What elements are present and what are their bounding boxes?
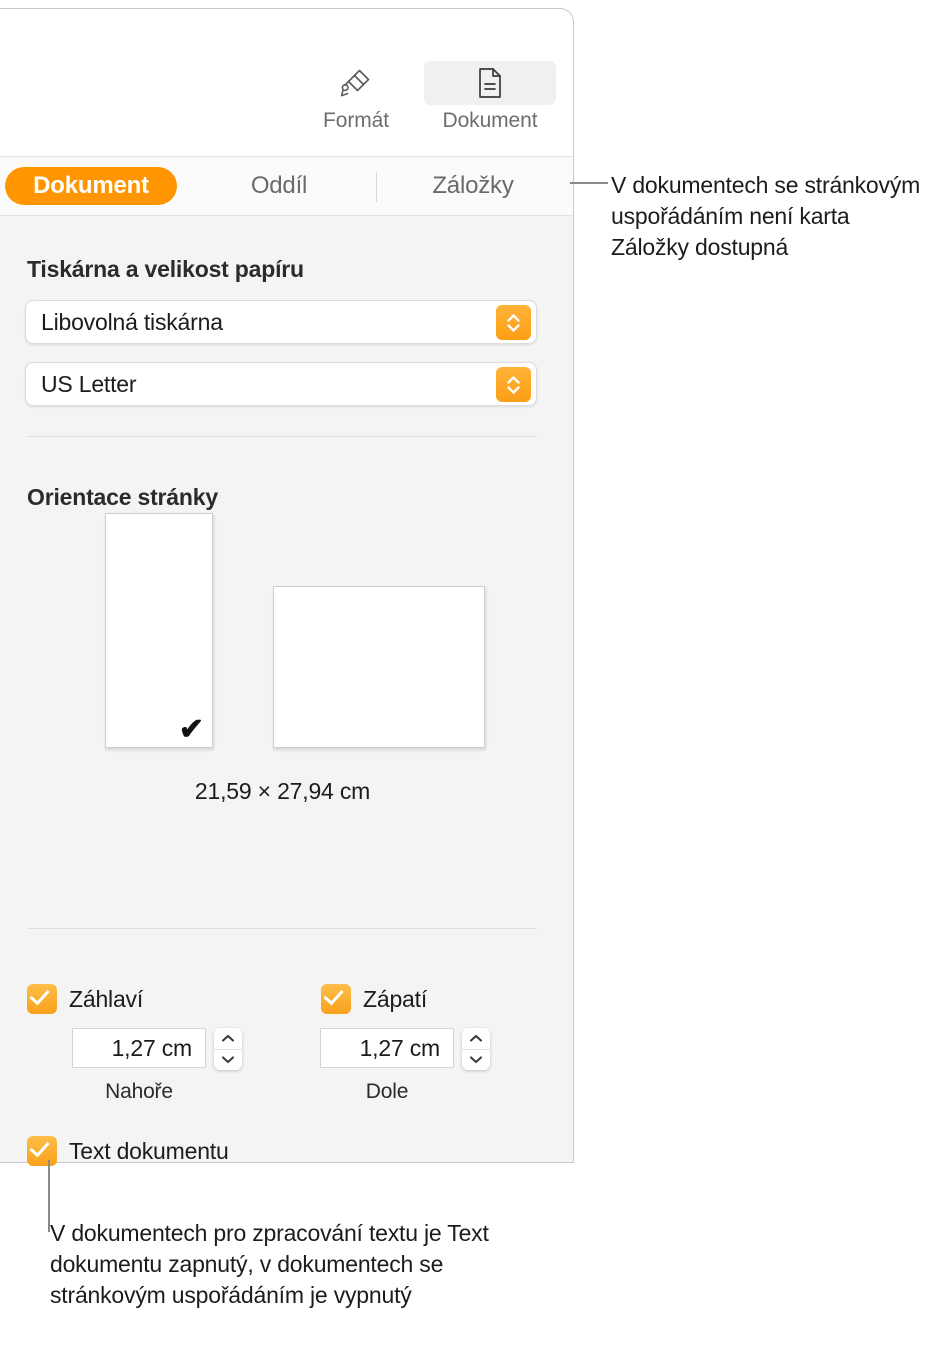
chevron-updown-icon [496,367,531,402]
header-checkbox-row[interactable]: Záhlaví [27,984,143,1014]
top-margin-input[interactable]: 1,27 cm [72,1028,206,1068]
tab-zalozky[interactable]: Záložky [390,167,556,205]
paper-size-select[interactable]: US Letter [25,362,537,406]
document-icon-wrap [424,61,556,105]
section-title-orientation: Orientace stránky [27,484,218,510]
checkmark-icon [29,984,50,1006]
toolbar-button-document[interactable]: Dokument [424,61,556,133]
tab-separator [376,172,377,202]
bottom-margin-stepper[interactable] [462,1028,490,1070]
printer-select-value: Libovolná tiskárna [41,309,223,335]
stepper-decrement[interactable] [462,1050,490,1071]
checkmark-icon [29,1136,50,1158]
toolbar-label-format: Formát [323,109,389,132]
paintbrush-icon [340,69,370,97]
header-checkbox[interactable] [27,984,57,1014]
section-divider [27,436,537,437]
body-text-checkbox[interactable] [27,1136,57,1166]
printer-select[interactable]: Libovolná tiskárna [25,300,537,344]
chevron-updown-glyph [507,313,520,332]
chevron-up-icon [221,1034,235,1042]
bottom-margin-sublabel: Dole [365,1080,409,1103]
document-icon [479,68,501,98]
section-title-printer: Tiskárna a velikost papíru [27,256,304,282]
chevron-down-icon [469,1056,483,1064]
tab-oddil[interactable]: Oddíl [207,167,351,205]
body-text-checkbox-label: Text dokumentu [69,1137,229,1164]
footer-checkbox-label: Zápatí [363,985,428,1012]
callout-top-text: V dokumentech se stránkovým uspořádáním … [611,172,921,260]
bottom-margin-input[interactable]: 1,27 cm [320,1028,454,1068]
footer-checkbox-row[interactable]: Zápatí [321,984,427,1014]
page-dimensions-label: 21,59 × 27,94 cm [194,778,371,804]
tab-dokument[interactable]: Dokument [5,167,177,205]
top-margin-sublabel: Nahoře [105,1080,173,1103]
orientation-portrait-option[interactable]: ✔ [105,513,213,748]
chevron-updown-icon [496,305,531,340]
stepper-decrement[interactable] [214,1050,242,1071]
inspector-body: Tiskárna a velikost papíru Libovolná tis… [0,216,573,1166]
top-margin-stepper[interactable] [214,1028,242,1070]
checkmark-icon [323,984,344,1006]
chevron-up-icon [469,1034,483,1042]
paintbrush-icon-wrap [318,61,394,105]
document-inspector-panel: Formát Dokument Dokument Oddíl Záložky T… [0,8,574,1166]
stepper-increment[interactable] [462,1028,490,1050]
callout-bottom-text: V dokumentech pro zpracování textu je Te… [50,1220,489,1308]
chevron-down-icon [221,1056,235,1064]
callout-top-leader-line [570,182,608,184]
body-text-checkbox-row[interactable]: Text dokumentu [27,1136,229,1166]
section-divider [27,928,537,929]
toolbar-label-document: Dokument [442,109,538,132]
paper-size-select-value: US Letter [41,371,137,397]
checkmark-icon: ✔ [178,713,204,746]
inspector-tab-bar: Dokument Oddíl Záložky [0,156,573,216]
chevron-updown-glyph [507,375,520,394]
toolbar-button-format[interactable]: Formát [318,61,394,133]
stepper-increment[interactable] [214,1028,242,1050]
orientation-landscape-option[interactable] [273,586,485,748]
inspector-toolbar: Formát Dokument [0,9,573,156]
header-checkbox-label: Záhlaví [69,985,144,1012]
footer-checkbox[interactable] [321,984,351,1014]
